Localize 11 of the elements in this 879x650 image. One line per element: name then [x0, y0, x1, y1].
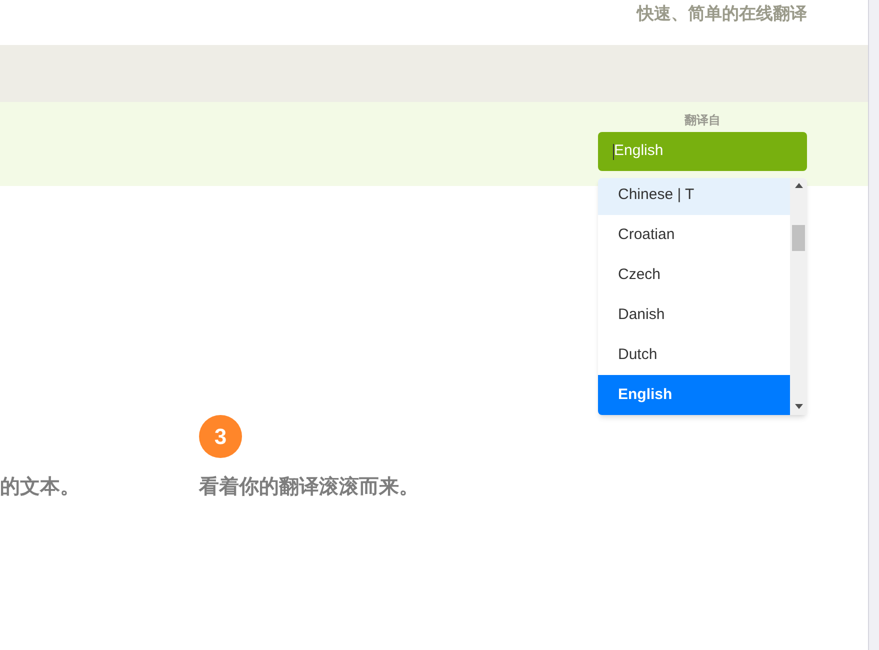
step-text: 的文本。: [0, 474, 81, 500]
tagline: 快速、简单的在线翻译: [637, 3, 807, 25]
scroll-thumb[interactable]: [792, 225, 805, 251]
scroll-up-icon[interactable]: [794, 183, 802, 188]
step-text: 看着你的翻译滚滚而来。: [199, 474, 419, 500]
step-number: 3: [199, 415, 242, 458]
scroll-down-icon[interactable]: [794, 404, 802, 409]
scrollbar[interactable]: [790, 178, 807, 415]
language-option[interactable]: Chinese | T: [598, 178, 790, 215]
language-option[interactable]: English: [598, 375, 790, 415]
field-label: 翻译自: [684, 112, 720, 128]
